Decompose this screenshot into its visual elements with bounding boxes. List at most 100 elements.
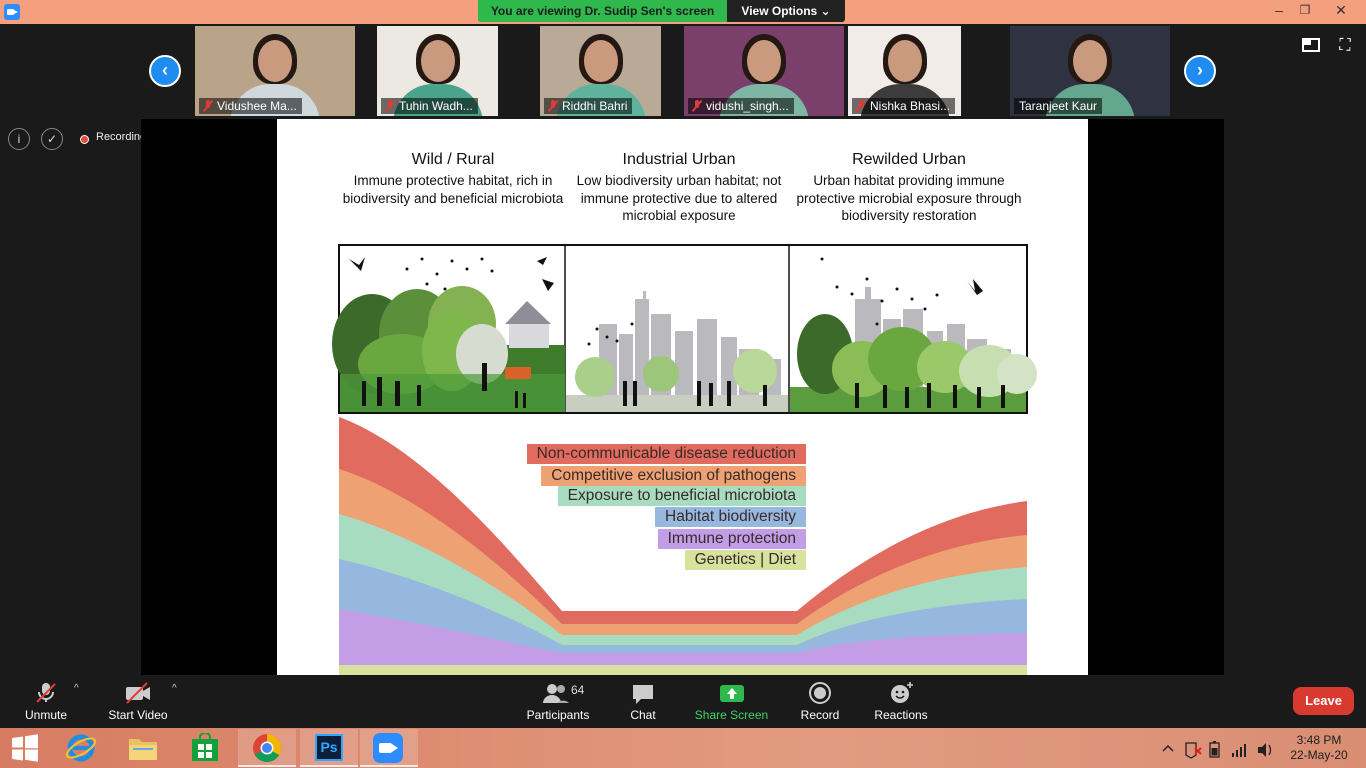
mic-muted-icon	[692, 100, 702, 112]
start-video-label: Start Video	[108, 708, 168, 722]
participants-button[interactable]: 64 Participants	[523, 681, 593, 725]
farmhouse	[505, 301, 551, 324]
internet-explorer-icon	[65, 734, 97, 762]
tray-overflow-chevron-icon	[1162, 744, 1174, 752]
mic-muted-icon	[385, 100, 395, 112]
habitat-illustration	[332, 244, 1037, 675]
video-camera-off-icon	[126, 682, 150, 704]
start-video-button[interactable]: Start Video	[104, 681, 172, 725]
maximize-button[interactable]: ❐	[1290, 0, 1320, 22]
face-shape	[258, 40, 292, 82]
wild-grass	[340, 374, 565, 412]
participant-tile[interactable]: Riddhi Bahri	[540, 26, 661, 116]
audio-options-caret[interactable]: ^	[74, 683, 79, 694]
chat-button[interactable]: Chat	[622, 681, 664, 725]
reactions-button[interactable]: Reactions	[872, 681, 930, 725]
participant-name: Nishka Bhasi...	[870, 99, 951, 113]
participant-name: Riddhi Bahri	[562, 99, 628, 113]
windows-taskbar: Ps 3:48 PM 22-May-20	[0, 728, 1366, 768]
title-bar: You are viewing Dr. Sudip Sen's screen V…	[0, 0, 1366, 24]
participant-name-label: Nishka Bhasi...	[852, 98, 956, 114]
participant-name: Taranjeet Kaur	[1019, 99, 1098, 113]
zoom-lens-shape	[392, 744, 398, 752]
participant-name: vidushi_singh...	[706, 99, 789, 113]
close-button[interactable]: ✕	[1326, 0, 1356, 22]
leave-meeting-button[interactable]: Leave	[1293, 687, 1354, 715]
face-shape	[1073, 40, 1107, 82]
city-tree	[643, 356, 679, 392]
participant-name-label: Riddhi Bahri	[544, 98, 633, 114]
tray-clock[interactable]: 3:48 PM 22-May-20	[1282, 733, 1356, 763]
participant-name-label: vidushi_singh...	[688, 98, 794, 114]
file-explorer-taskbar-item[interactable]	[114, 729, 172, 767]
view-options-button[interactable]: View Options ⌄	[727, 0, 845, 22]
system-tray	[1162, 741, 1272, 759]
zoom-app-icon	[4, 4, 20, 20]
share-screen-button[interactable]: Share Screen	[694, 681, 769, 725]
participant-name-label: Taranjeet Kaur	[1014, 98, 1103, 114]
city-tree	[575, 357, 615, 397]
reactions-smiley-icon	[891, 682, 913, 703]
mic-muted-icon	[856, 100, 866, 112]
participant-tile[interactable]: Vidushee Ma...	[195, 26, 355, 116]
record-label: Record	[800, 708, 840, 722]
legend-genetics-diet: Genetics | Diet	[684, 550, 806, 570]
city-tree	[733, 349, 777, 393]
record-button[interactable]: Record	[797, 681, 843, 725]
recording-dot-icon	[80, 135, 89, 144]
participants-icon	[543, 684, 569, 703]
windows-logo-icon	[12, 734, 38, 762]
participant-tile[interactable]: vidushi_singh...	[684, 26, 844, 116]
gallery-next-button[interactable]: ›	[1184, 55, 1216, 87]
volume-speaker-icon	[1258, 743, 1272, 757]
folder-icon	[129, 739, 157, 760]
farmhouse-wall	[509, 324, 549, 348]
chat-label: Chat	[630, 708, 656, 722]
store-bag-icon	[192, 733, 218, 761]
face-shape	[420, 40, 455, 82]
legend-habitat-biodiversity: Habitat biodiversity	[655, 507, 806, 527]
participant-tile[interactable]: Taranjeet Kaur	[1010, 26, 1170, 116]
zoom-camera-shape	[379, 743, 392, 753]
viewing-screen-text: You are viewing Dr. Sudip Sen's screen	[478, 0, 727, 22]
tray-time: 3:48 PM	[1296, 733, 1342, 747]
participant-name: Vidushee Ma...	[217, 99, 297, 113]
band-genetics-diet	[339, 665, 1027, 675]
participant-name-label: Vidushee Ma...	[199, 98, 302, 114]
mic-muted-icon	[203, 100, 213, 112]
network-signal-icon	[1232, 744, 1246, 757]
zoom-icon	[373, 733, 403, 763]
microphone-muted-icon	[36, 683, 56, 703]
participants-label: Participants	[526, 708, 590, 722]
zoom-taskbar-item[interactable]	[360, 729, 418, 767]
wild-birds	[349, 257, 554, 291]
store-taskbar-item[interactable]	[176, 729, 234, 767]
recording-indicator: Recording	[96, 131, 147, 143]
photoshop-icon: Ps	[315, 734, 343, 761]
video-options-caret[interactable]: ^	[172, 683, 177, 694]
meeting-toolbar: Unmute ^ Start Video ^ 64 Participants C…	[0, 675, 1366, 728]
participant-name: Tuhin Wadh...	[399, 99, 473, 113]
record-icon	[809, 682, 831, 704]
meeting-info-icon[interactable]: i	[8, 128, 30, 150]
gallery-layout-icon[interactable]	[1302, 38, 1320, 52]
photoshop-taskbar-item[interactable]: Ps	[300, 729, 358, 767]
participant-tile[interactable]: Tuhin Wadh...	[377, 26, 498, 116]
gallery-prev-button[interactable]: ‹	[149, 55, 181, 87]
tray-date: 22-May-20	[1290, 748, 1348, 762]
zoom-meeting-window: You are viewing Dr. Sudip Sen's screen V…	[0, 0, 1366, 768]
chrome-taskbar-item[interactable]	[238, 729, 296, 767]
rewild-birds	[820, 257, 983, 326]
battery-icon	[1209, 741, 1220, 758]
share-screen-icon	[720, 685, 744, 702]
shared-screen: Wild / Rural Immune protective habitat, …	[141, 119, 1224, 675]
face-shape	[747, 40, 781, 82]
participant-tile[interactable]: Nishka Bhasi...	[848, 26, 961, 116]
participant-name-label: Tuhin Wadh...	[381, 98, 478, 114]
fullscreen-icon[interactable]: ⛶	[1336, 37, 1354, 55]
windows-start-button[interactable]	[0, 729, 50, 767]
security-shield-icon[interactable]: ✓	[41, 128, 63, 150]
internet-explorer-taskbar-item[interactable]	[52, 729, 110, 767]
screen-share-banner: You are viewing Dr. Sudip Sen's screen V…	[478, 0, 845, 22]
unmute-button[interactable]: Unmute	[16, 681, 76, 725]
